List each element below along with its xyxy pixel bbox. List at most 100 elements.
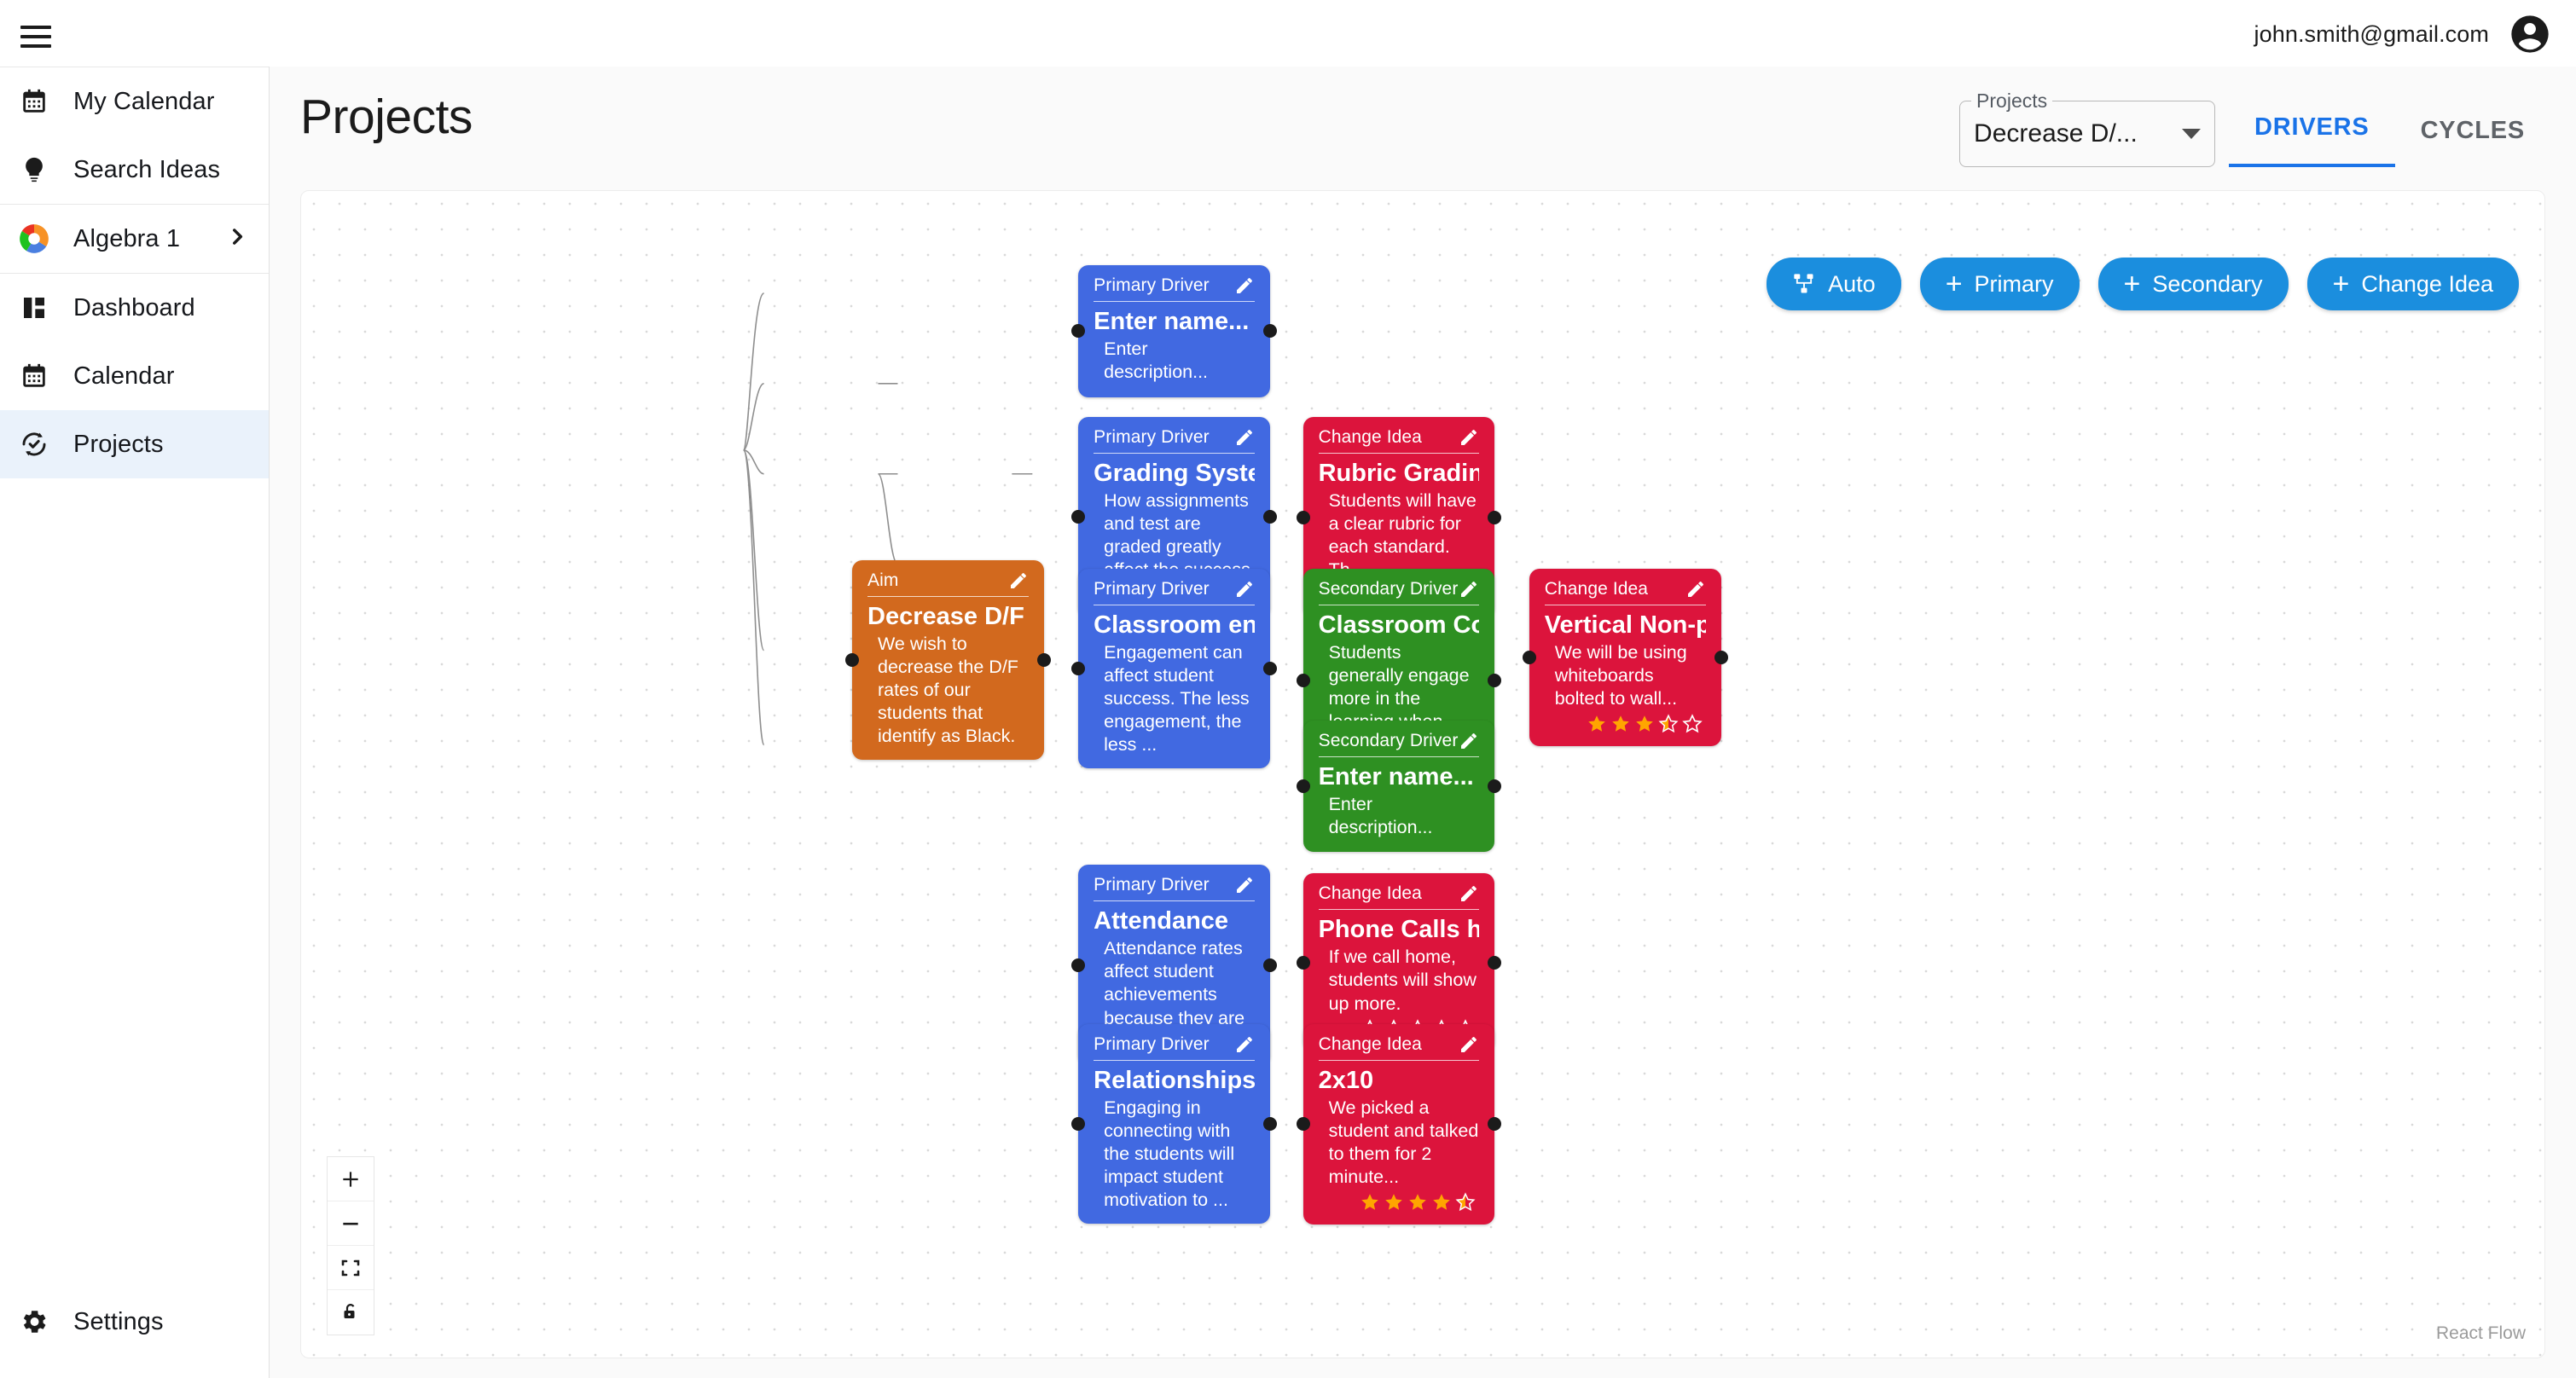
node-handle-right[interactable] (1488, 779, 1502, 794)
edit-pencil-icon[interactable] (1459, 427, 1479, 448)
node-handle-right[interactable] (1488, 510, 1502, 524)
flow-node-two-by-ten[interactable]: Change Idea 2x10 We picked a student and t… (1296, 1023, 1502, 1225)
sidebar-item-algebra-1[interactable]: Algebra 1 (0, 205, 269, 273)
edit-pencil-icon[interactable] (1459, 883, 1479, 904)
chevron-right-icon[interactable] (226, 226, 248, 252)
node-handle-left[interactable] (1296, 673, 1310, 687)
flow-node-secondary-empty[interactable]: Secondary Driver Enter name... Enter descr… (1296, 720, 1502, 853)
main-content: Projects Projects Decrease D/... DRIVERS… (270, 67, 2576, 1378)
rating-stars[interactable] (1545, 714, 1706, 734)
node-handle-left[interactable] (1296, 1117, 1310, 1132)
edit-pencil-icon[interactable] (1234, 579, 1255, 599)
flow-canvas[interactable]: Auto + Primary + Secondary + Change Idea… (300, 190, 2545, 1358)
node-title: Relationships (1094, 1066, 1255, 1094)
hamburger-menu-icon[interactable] (20, 26, 51, 48)
node-handle-right[interactable] (1262, 958, 1277, 972)
node-handle-left[interactable] (1071, 958, 1086, 972)
flow-node-primary-empty[interactable]: Primary Driver Enter name... Enter descrip… (1071, 265, 1277, 397)
rating-stars[interactable] (1319, 1192, 1480, 1213)
project-select-wrapper: Projects Decrease D/... (1959, 90, 2216, 167)
node-handle-right[interactable] (1488, 673, 1502, 687)
edit-pencil-icon[interactable] (1234, 427, 1255, 448)
edit-pencil-icon[interactable] (1234, 875, 1255, 895)
edit-pencil-icon[interactable] (1234, 275, 1255, 296)
user-account-area[interactable]: john.smith@gmail.com (2254, 12, 2553, 56)
node-handle-right[interactable] (1036, 653, 1051, 668)
account-circle-icon[interactable] (2508, 12, 2552, 56)
react-flow-attribution[interactable]: React Flow (2436, 1323, 2526, 1344)
flow-node-aim[interactable]: Aim Decrease D/F Rat... We wish to decreas… (845, 559, 1051, 761)
edit-pencil-icon[interactable] (1008, 570, 1029, 591)
star-filled-icon[interactable] (1384, 1192, 1404, 1213)
minus-icon (343, 1222, 358, 1225)
node-handle-right[interactable] (1488, 1117, 1502, 1132)
zoom-in-button[interactable] (328, 1157, 374, 1201)
add-secondary-button[interactable]: + Secondary (2097, 258, 2289, 310)
node-handle-left[interactable] (1071, 662, 1086, 676)
node-handle-left[interactable] (1296, 955, 1310, 970)
sidebar-item-calendar[interactable]: Calendar (0, 342, 269, 410)
color-wheel-icon (14, 223, 55, 255)
fit-view-button[interactable] (328, 1246, 374, 1290)
plus-icon: + (2123, 268, 2141, 300)
star-filled-icon[interactable] (1407, 1192, 1428, 1213)
node-handle-right[interactable] (1488, 955, 1502, 970)
edit-pencil-icon[interactable] (1234, 1034, 1255, 1055)
zoom-out-button[interactable] (328, 1201, 374, 1246)
node-handle-left[interactable] (1071, 324, 1086, 339)
node-handle-left[interactable] (1071, 1116, 1086, 1131)
node-description: We wish to decrease the D/F rates of our… (878, 633, 1018, 747)
tab-cycles[interactable]: CYCLES (2395, 117, 2550, 167)
node-handle-right[interactable] (1262, 510, 1277, 524)
plus-icon: + (1945, 268, 1963, 300)
plus-icon: + (2332, 268, 2350, 300)
node-handle-left[interactable] (1296, 510, 1310, 524)
edit-pencil-icon[interactable] (1459, 731, 1479, 751)
star-half-icon[interactable] (1658, 714, 1679, 734)
sidebar-item-label: Projects (73, 430, 164, 458)
star-half-icon[interactable] (1455, 1192, 1476, 1213)
edit-pencil-icon[interactable] (1459, 1034, 1479, 1055)
flow-node-vertical-non-permanent[interactable]: Change Idea Vertical Non-per...We will be… (1522, 568, 1728, 747)
node-handle-right[interactable] (1262, 1116, 1277, 1131)
node-handle-left[interactable] (845, 653, 860, 668)
tab-drivers[interactable]: DRIVERS (2229, 113, 2395, 167)
edit-pencil-icon[interactable] (1459, 579, 1479, 599)
star-filled-icon[interactable] (1587, 714, 1607, 734)
sidebar-item-search-ideas[interactable]: Search Ideas (0, 136, 269, 204)
add-primary-label: Primary (1974, 270, 2054, 297)
edit-pencil-icon[interactable] (1685, 579, 1706, 599)
node-handle-left[interactable] (1296, 779, 1310, 794)
star-filled-icon[interactable] (1634, 714, 1655, 734)
sidebar-item-my-calendar[interactable]: My Calendar (0, 67, 269, 136)
project-select-legend: Projects (1971, 90, 2053, 113)
star-empty-icon[interactable] (1681, 714, 1703, 734)
node-handle-right[interactable] (1714, 651, 1728, 665)
node-title: 2x10 (1318, 1066, 1374, 1094)
sidebar-item-projects[interactable]: Projects (0, 410, 269, 478)
flow-node-relationships[interactable]: Primary Driver Relationships Engaging in c… (1071, 1023, 1277, 1224)
sidebar-item-label: Settings (73, 1307, 164, 1335)
node-description: Enter description... (1104, 339, 1209, 383)
sidebar-item-dashboard[interactable]: Dashboard (0, 274, 269, 342)
star-filled-icon[interactable] (1431, 1192, 1452, 1213)
lock-open-icon (344, 1304, 355, 1318)
star-filled-icon[interactable] (1610, 714, 1631, 734)
node-handle-right[interactable] (1262, 324, 1277, 339)
chevron-down-icon[interactable] (2182, 129, 2202, 139)
node-header: Change Idea (1544, 579, 1706, 605)
zoom-controls (327, 1156, 374, 1335)
sidebar-item-settings[interactable]: Settings (0, 1288, 269, 1356)
auto-layout-button[interactable]: Auto (1767, 258, 1901, 310)
node-handle-left[interactable] (1071, 510, 1086, 524)
top-bar: john.smith@gmail.com (0, 0, 2576, 67)
star-filled-icon[interactable] (1360, 1192, 1380, 1213)
lock-toggle-button[interactable] (328, 1290, 374, 1335)
add-primary-button[interactable]: + Primary (1919, 258, 2080, 310)
flow-node-classroom-engagement[interactable]: Primary Driver Classroom engag...Engageme… (1071, 568, 1277, 769)
node-handle-left[interactable] (1522, 651, 1536, 665)
node-type-label: Change Idea (1318, 883, 1422, 904)
add-change-idea-button[interactable]: + Change Idea (2306, 258, 2519, 310)
add-change-idea-label: Change Idea (2361, 270, 2493, 297)
node-handle-right[interactable] (1262, 662, 1277, 676)
